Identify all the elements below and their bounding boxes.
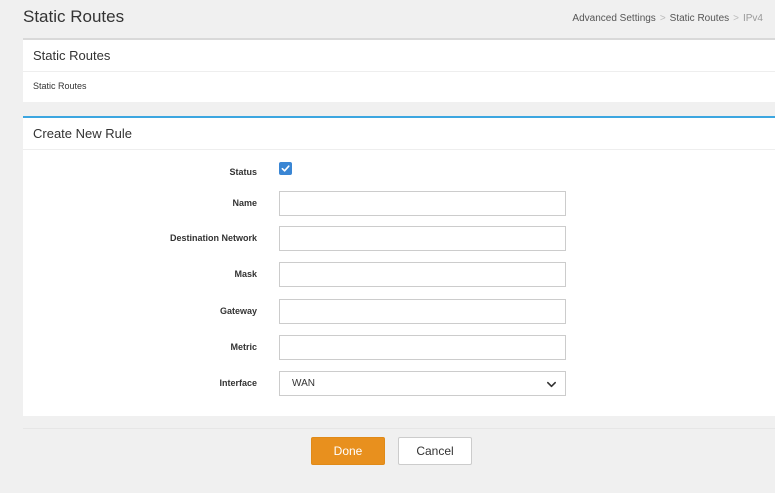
static-routes-panel: Static Routes Static Routes <box>23 38 775 102</box>
interface-row: Interface WAN <box>23 371 775 397</box>
name-row: Name <box>23 191 775 217</box>
static-routes-list-text: Static Routes <box>33 81 87 91</box>
destination-network-input[interactable] <box>279 226 566 251</box>
cancel-button[interactable]: Cancel <box>398 437 472 465</box>
create-rule-panel: Create New Rule Status Name Destination … <box>23 116 775 416</box>
name-label: Name <box>232 198 257 208</box>
breadcrumb-separator: > <box>733 13 739 24</box>
gateway-row: Gateway <box>23 299 775 325</box>
static-routes-panel-title: Static Routes <box>23 40 775 72</box>
mask-input[interactable] <box>279 262 566 287</box>
interface-label: Interface <box>219 378 257 388</box>
metric-input[interactable] <box>279 335 566 360</box>
breadcrumb-item-static-routes[interactable]: Static Routes <box>670 13 729 24</box>
chevron-down-icon <box>547 381 556 388</box>
destination-row: Destination Network <box>23 226 775 252</box>
interface-select[interactable]: WAN <box>279 371 566 396</box>
page-header: Static Routes Advanced Settings > Static R… <box>0 0 775 38</box>
destination-network-label: Destination Network <box>169 233 257 243</box>
metric-row: Metric <box>23 335 775 361</box>
metric-label: Metric <box>230 342 257 352</box>
create-rule-panel-title: Create New Rule <box>23 118 775 150</box>
status-label: Status <box>229 167 257 177</box>
done-button[interactable]: Done <box>311 437 385 465</box>
breadcrumb-separator: > <box>659 13 666 24</box>
name-input[interactable] <box>279 191 566 216</box>
breadcrumb: Advanced Settings > Static Routes > IPv4 <box>572 13 763 24</box>
breadcrumb-item-ipv4: IPv4 <box>742 13 763 24</box>
form-footer-divider <box>23 416 775 429</box>
gateway-input[interactable] <box>279 299 566 324</box>
gateway-label: Gateway <box>219 306 257 316</box>
checkmark-icon <box>281 165 290 172</box>
breadcrumb-item-advanced-settings[interactable]: Advanced Settings <box>572 13 655 24</box>
mask-label: Mask <box>234 269 257 279</box>
page-title: Static Routes <box>23 7 125 26</box>
status-row: Status <box>23 162 775 188</box>
status-checkbox[interactable] <box>279 162 292 175</box>
interface-select-value: WAN <box>292 378 315 389</box>
mask-row: Mask <box>23 262 775 288</box>
